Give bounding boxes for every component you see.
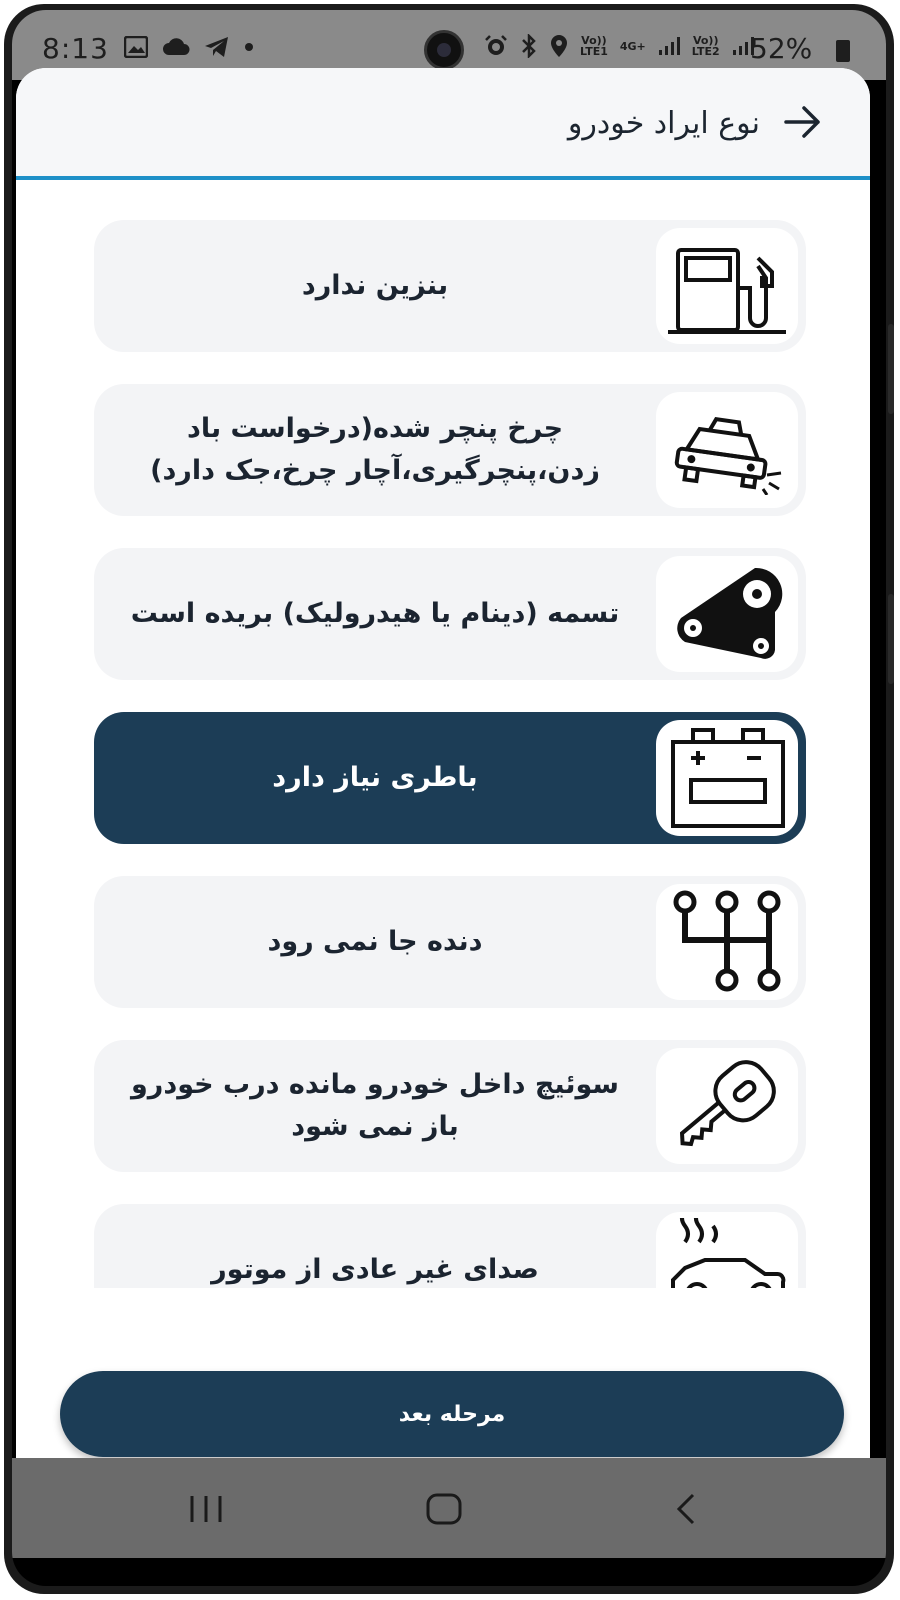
icon-box [656,228,798,344]
phone: 8:13 Vo)) LTE1 4G+ Vo)) LTE2 52% نوع ایر… [0,0,900,1600]
bluetooth-icon [522,34,536,58]
battery-percent: 52% [750,32,813,65]
network-4g: 4G+ [619,39,646,53]
location-icon [551,35,567,57]
issue-item-belt[interactable]: تسمه (دینام یا هیدرولیک) بریده است [94,548,806,680]
telegram-icon [205,37,228,57]
home-button[interactable] [414,1484,474,1534]
issue-label: چرخ پنچر شده(درخواست باد زدن،پنچرگیری،آچ… [150,413,600,486]
fuel-pump-icon [668,248,786,334]
dot-icon [245,43,253,51]
gallery-icon [124,36,148,58]
car-key-icon [679,1060,776,1147]
navigation-bar [12,1458,886,1558]
issue-item-engine-noise[interactable]: صدای غیر عادی از موتور [94,1204,806,1288]
issue-item-gear[interactable]: دنده جا نمی رود [94,876,806,1008]
icon-box [656,1048,798,1164]
car-flat-tire-icon [674,417,782,495]
back-arrow-icon[interactable] [780,100,824,144]
icon-box [656,720,798,836]
icon-box [656,392,798,508]
status-time: 8:13 [42,32,109,65]
back-button[interactable] [656,1484,716,1534]
issue-item-battery[interactable]: باطری نیاز دارد [94,712,806,844]
home-icon [426,1493,462,1525]
icon-box [656,884,798,1000]
page-title: نوع ایراد خودرو [567,106,760,141]
next-step-button[interactable]: مرحله بعد [60,1371,844,1457]
recent-apps-button[interactable] [176,1484,236,1534]
device-frame: 8:13 Vo)) LTE1 4G+ Vo)) LTE2 52% نوع ایر… [4,4,894,1594]
power-button [888,594,894,684]
system-icons: Vo)) LTE1 4G+ Vo)) LTE2 [484,34,754,58]
issue-label: تسمه (دینام یا هیدرولیک) بریده است [130,598,620,629]
issue-list: بنزین ندارد چرخ پنچر شده(درخواست باد زدن… [16,220,870,1288]
belt-pulley-icon [677,567,783,659]
issue-item-flat-tire[interactable]: چرخ پنچر شده(درخواست باد زدن،پنچرگیری،آچ… [94,384,806,516]
network-lte1: Vo)) LTE1 [580,34,608,58]
recent-apps-icon [190,1496,222,1522]
sheet-header: نوع ایراد خودرو [16,68,870,180]
bottom-sheet: نوع ایراد خودرو بنزین ندارد چرخ پنچر شده… [16,68,870,1468]
issue-item-fuel[interactable]: بنزین ندارد [94,220,806,352]
notification-icons [124,36,254,58]
volume-button [888,324,894,414]
issue-label: بنزین ندارد [301,270,449,301]
car-battery-icon [671,728,785,828]
icon-box [656,1212,798,1288]
issue-label: صدای غیر عادی از موتور [211,1254,539,1285]
issue-label: دنده جا نمی رود [267,926,483,957]
cloud-icon [163,38,190,55]
icon-box [656,556,798,672]
battery-icon [836,40,850,62]
overheating-car-icon [671,1218,786,1288]
issue-item-key[interactable]: سوئیچ داخل خودرو مانده درب خودرو باز نمی… [94,1040,806,1172]
alarm-icon [485,35,507,55]
issue-label: سوئیچ داخل خودرو مانده درب خودرو باز نمی… [131,1069,619,1142]
network-lte2: Vo)) LTE2 [691,34,720,58]
signal-icon [658,37,680,55]
issue-label: باطری نیاز دارد [272,762,478,793]
front-camera [424,30,464,70]
screen: 8:13 Vo)) LTE1 4G+ Vo)) LTE2 52% نوع ایر… [12,10,886,1586]
back-icon [676,1493,695,1525]
gear-shift-icon [673,890,781,992]
